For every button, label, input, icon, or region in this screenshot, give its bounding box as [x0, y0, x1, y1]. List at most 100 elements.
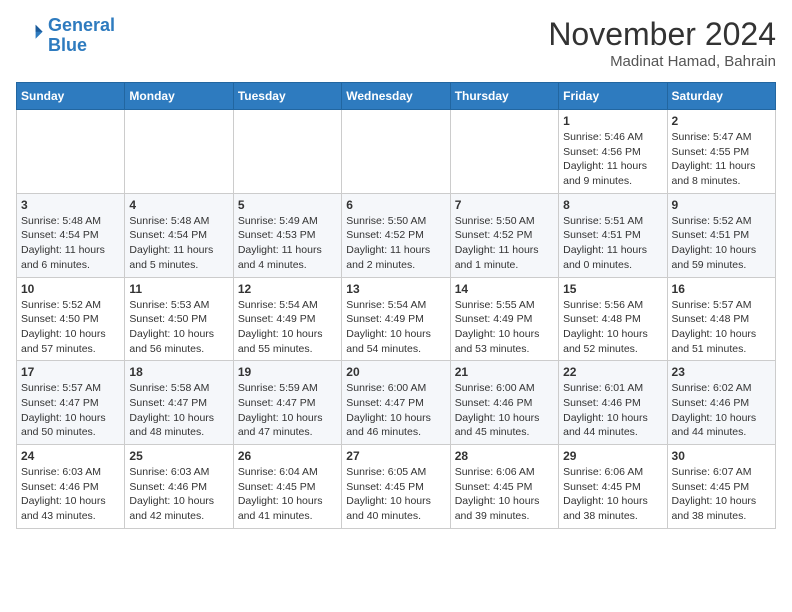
calendar-cell: 10 Sunrise: 5:52 AMSunset: 4:50 PMDayligh…	[17, 277, 125, 361]
calendar-cell: 23 Sunrise: 6:02 AMSunset: 4:46 PMDayligh…	[667, 361, 775, 445]
day-number: 12	[238, 282, 337, 296]
cell-info: Sunrise: 5:48 AMSunset: 4:54 PMDaylight:…	[21, 214, 120, 273]
cell-info: Sunrise: 6:00 AMSunset: 4:46 PMDaylight:…	[455, 381, 554, 440]
cell-info: Sunrise: 5:51 AMSunset: 4:51 PMDaylight:…	[563, 214, 662, 273]
cell-info: Sunrise: 6:00 AMSunset: 4:47 PMDaylight:…	[346, 381, 445, 440]
cell-info: Sunrise: 5:57 AMSunset: 4:47 PMDaylight:…	[21, 381, 120, 440]
calendar-cell	[342, 110, 450, 194]
day-number: 13	[346, 282, 445, 296]
day-number: 9	[672, 198, 771, 212]
calendar-cell: 28 Sunrise: 6:06 AMSunset: 4:45 PMDayligh…	[450, 445, 558, 529]
location: Madinat Hamad, Bahrain	[548, 53, 776, 70]
cell-info: Sunrise: 6:03 AMSunset: 4:46 PMDaylight:…	[21, 465, 120, 524]
day-number: 27	[346, 449, 445, 463]
day-number: 26	[238, 449, 337, 463]
day-number: 18	[129, 365, 228, 379]
day-number: 1	[563, 114, 662, 128]
calendar-cell: 14 Sunrise: 5:55 AMSunset: 4:49 PMDayligh…	[450, 277, 558, 361]
title-block: November 2024 Madinat Hamad, Bahrain	[548, 16, 776, 70]
day-number: 29	[563, 449, 662, 463]
cell-info: Sunrise: 5:47 AMSunset: 4:55 PMDaylight:…	[672, 130, 771, 189]
weekday-header-monday: Monday	[125, 83, 233, 110]
logo: General Blue	[16, 16, 115, 56]
cell-info: Sunrise: 6:02 AMSunset: 4:46 PMDaylight:…	[672, 381, 771, 440]
calendar-cell: 20Sunrise: 6:00 AMSunset: 4:47 PMDayligh…	[342, 361, 450, 445]
day-number: 10	[21, 282, 120, 296]
cell-info: Sunrise: 5:50 AMSunset: 4:52 PMDaylight:…	[455, 214, 554, 273]
calendar-cell: 11 Sunrise: 5:53 AMSunset: 4:50 PMDayligh…	[125, 277, 233, 361]
cell-info: Sunrise: 6:03 AMSunset: 4:46 PMDaylight:…	[129, 465, 228, 524]
weekday-header-row: SundayMondayTuesdayWednesdayThursdayFrid…	[17, 83, 776, 110]
day-number: 6	[346, 198, 445, 212]
calendar-cell: 30 Sunrise: 6:07 AMSunset: 4:45 PMDayligh…	[667, 445, 775, 529]
calendar-cell: 8 Sunrise: 5:51 AMSunset: 4:51 PMDaylight…	[559, 193, 667, 277]
day-number: 17	[21, 365, 120, 379]
day-number: 7	[455, 198, 554, 212]
calendar-week-row: 17 Sunrise: 5:57 AMSunset: 4:47 PMDayligh…	[17, 361, 776, 445]
month-title: November 2024	[548, 16, 776, 53]
day-number: 3	[21, 198, 120, 212]
cell-info: Sunrise: 5:58 AMSunset: 4:47 PMDaylight:…	[129, 381, 228, 440]
cell-info: Sunrise: 6:06 AMSunset: 4:45 PMDaylight:…	[455, 465, 554, 524]
cell-info: Sunrise: 5:46 AMSunset: 4:56 PMDaylight:…	[563, 130, 662, 189]
day-number: 11	[129, 282, 228, 296]
day-number: 8	[563, 198, 662, 212]
calendar-cell: 1 Sunrise: 5:46 AMSunset: 4:56 PMDaylight…	[559, 110, 667, 194]
calendar-week-row: 10 Sunrise: 5:52 AMSunset: 4:50 PMDayligh…	[17, 277, 776, 361]
calendar-cell: 19 Sunrise: 5:59 AMSunset: 4:47 PMDayligh…	[233, 361, 341, 445]
calendar-cell: 18 Sunrise: 5:58 AMSunset: 4:47 PMDayligh…	[125, 361, 233, 445]
cell-info: Sunrise: 5:54 AMSunset: 4:49 PMDaylight:…	[238, 298, 337, 357]
calendar-cell: 16 Sunrise: 5:57 AMSunset: 4:48 PMDayligh…	[667, 277, 775, 361]
cell-info: Sunrise: 6:01 AMSunset: 4:46 PMDaylight:…	[563, 381, 662, 440]
calendar-cell	[450, 110, 558, 194]
day-number: 14	[455, 282, 554, 296]
calendar-cell: 6Sunrise: 5:50 AMSunset: 4:52 PMDaylight…	[342, 193, 450, 277]
day-number: 16	[672, 282, 771, 296]
calendar-cell: 24 Sunrise: 6:03 AMSunset: 4:46 PMDayligh…	[17, 445, 125, 529]
logo-text: General Blue	[48, 16, 115, 56]
page-header: General Blue November 2024 Madinat Hamad…	[16, 16, 776, 70]
calendar-cell: 12 Sunrise: 5:54 AMSunset: 4:49 PMDayligh…	[233, 277, 341, 361]
weekday-header-saturday: Saturday	[667, 83, 775, 110]
weekday-header-friday: Friday	[559, 83, 667, 110]
calendar-cell: 27 Sunrise: 6:05 AMSunset: 4:45 PMDayligh…	[342, 445, 450, 529]
cell-info: Sunrise: 5:59 AMSunset: 4:47 PMDaylight:…	[238, 381, 337, 440]
cell-info: Sunrise: 5:52 AMSunset: 4:50 PMDaylight:…	[21, 298, 120, 357]
calendar-week-row: 24 Sunrise: 6:03 AMSunset: 4:46 PMDayligh…	[17, 445, 776, 529]
calendar-cell: 25Sunrise: 6:03 AMSunset: 4:46 PMDayligh…	[125, 445, 233, 529]
calendar-cell: 2 Sunrise: 5:47 AMSunset: 4:55 PMDaylight…	[667, 110, 775, 194]
calendar-cell: 17 Sunrise: 5:57 AMSunset: 4:47 PMDayligh…	[17, 361, 125, 445]
cell-info: Sunrise: 5:54 AMSunset: 4:49 PMDaylight:…	[346, 298, 445, 357]
calendar-cell: 4Sunrise: 5:48 AMSunset: 4:54 PMDaylight…	[125, 193, 233, 277]
weekday-header-thursday: Thursday	[450, 83, 558, 110]
weekday-header-wednesday: Wednesday	[342, 83, 450, 110]
calendar-cell: 21Sunrise: 6:00 AMSunset: 4:46 PMDayligh…	[450, 361, 558, 445]
cell-info: Sunrise: 5:53 AMSunset: 4:50 PMDaylight:…	[129, 298, 228, 357]
day-number: 28	[455, 449, 554, 463]
day-number: 2	[672, 114, 771, 128]
day-number: 23	[672, 365, 771, 379]
calendar-cell: 22Sunrise: 6:01 AMSunset: 4:46 PMDayligh…	[559, 361, 667, 445]
calendar-week-row: 3 Sunrise: 5:48 AMSunset: 4:54 PMDaylight…	[17, 193, 776, 277]
weekday-header-tuesday: Tuesday	[233, 83, 341, 110]
calendar-cell: 9Sunrise: 5:52 AMSunset: 4:51 PMDaylight…	[667, 193, 775, 277]
weekday-header-sunday: Sunday	[17, 83, 125, 110]
cell-info: Sunrise: 5:57 AMSunset: 4:48 PMDaylight:…	[672, 298, 771, 357]
calendar-cell	[233, 110, 341, 194]
cell-info: Sunrise: 5:56 AMSunset: 4:48 PMDaylight:…	[563, 298, 662, 357]
calendar-cell: 26Sunrise: 6:04 AMSunset: 4:45 PMDayligh…	[233, 445, 341, 529]
cell-info: Sunrise: 5:55 AMSunset: 4:49 PMDaylight:…	[455, 298, 554, 357]
day-number: 19	[238, 365, 337, 379]
calendar-cell: 15 Sunrise: 5:56 AMSunset: 4:48 PMDayligh…	[559, 277, 667, 361]
calendar-cell: 3 Sunrise: 5:48 AMSunset: 4:54 PMDaylight…	[17, 193, 125, 277]
day-number: 15	[563, 282, 662, 296]
calendar-cell: 29Sunrise: 6:06 AMSunset: 4:45 PMDayligh…	[559, 445, 667, 529]
calendar-table: SundayMondayTuesdayWednesdayThursdayFrid…	[16, 82, 776, 529]
day-number: 24	[21, 449, 120, 463]
cell-info: Sunrise: 5:49 AMSunset: 4:53 PMDaylight:…	[238, 214, 337, 273]
cell-info: Sunrise: 6:07 AMSunset: 4:45 PMDaylight:…	[672, 465, 771, 524]
calendar-cell: 5Sunrise: 5:49 AMSunset: 4:53 PMDaylight…	[233, 193, 341, 277]
calendar-cell: 13 Sunrise: 5:54 AMSunset: 4:49 PMDayligh…	[342, 277, 450, 361]
day-number: 30	[672, 449, 771, 463]
cell-info: Sunrise: 6:05 AMSunset: 4:45 PMDaylight:…	[346, 465, 445, 524]
